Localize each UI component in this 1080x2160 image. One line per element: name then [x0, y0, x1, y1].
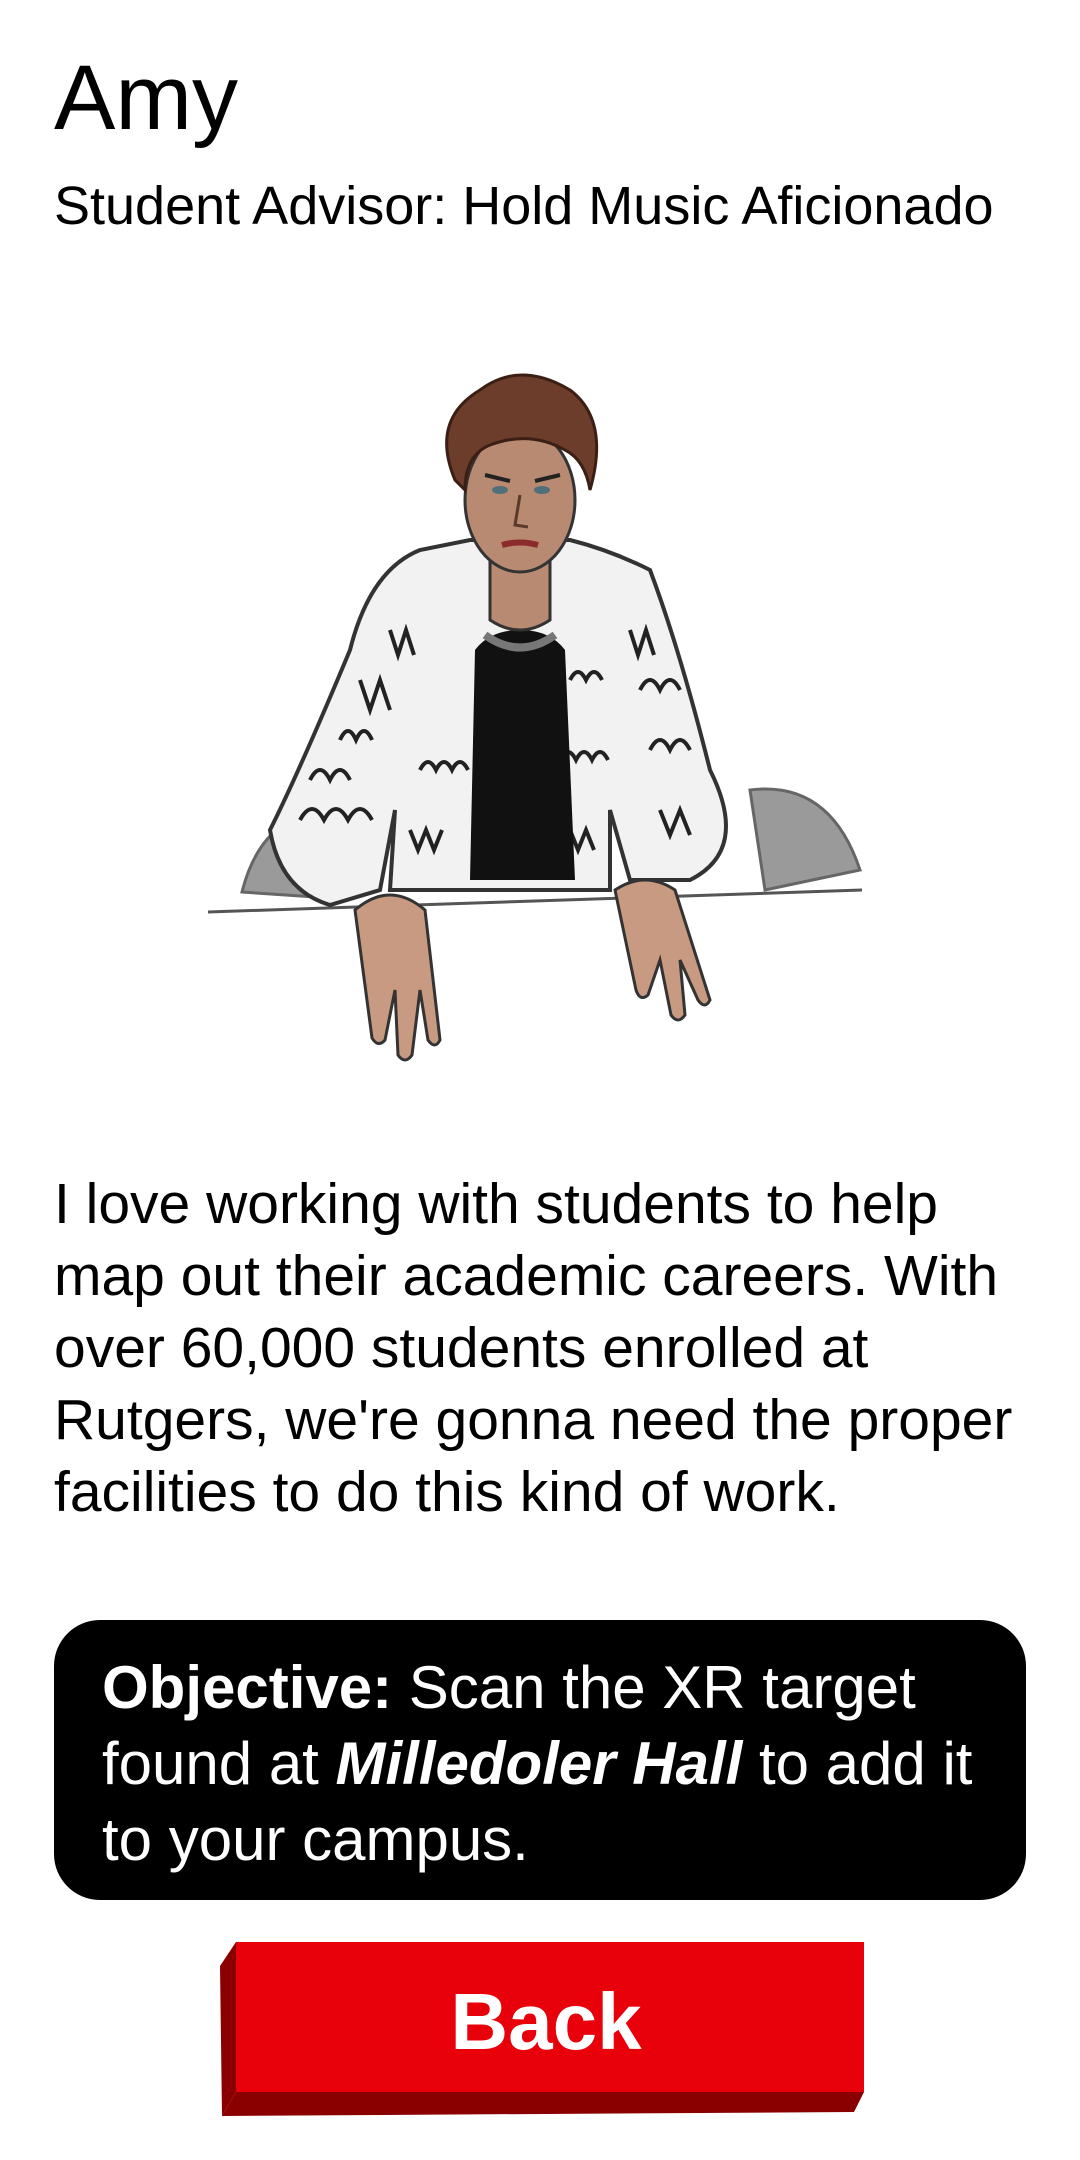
advisor-portrait-illustration	[190, 350, 890, 1120]
objective-location: Milledoler Hall	[335, 1730, 743, 1797]
objective-panel: Objective: Scan the XR target found at M…	[54, 1620, 1026, 1900]
character-bio: I love working with students to help map…	[54, 1172, 1013, 1524]
character-name: Amy	[54, 47, 238, 149]
objective-label: Objective:	[102, 1654, 393, 1721]
character-role: Student Advisor: Hold Music Aficionado	[54, 176, 994, 236]
back-button[interactable]: Back	[216, 1942, 866, 2118]
